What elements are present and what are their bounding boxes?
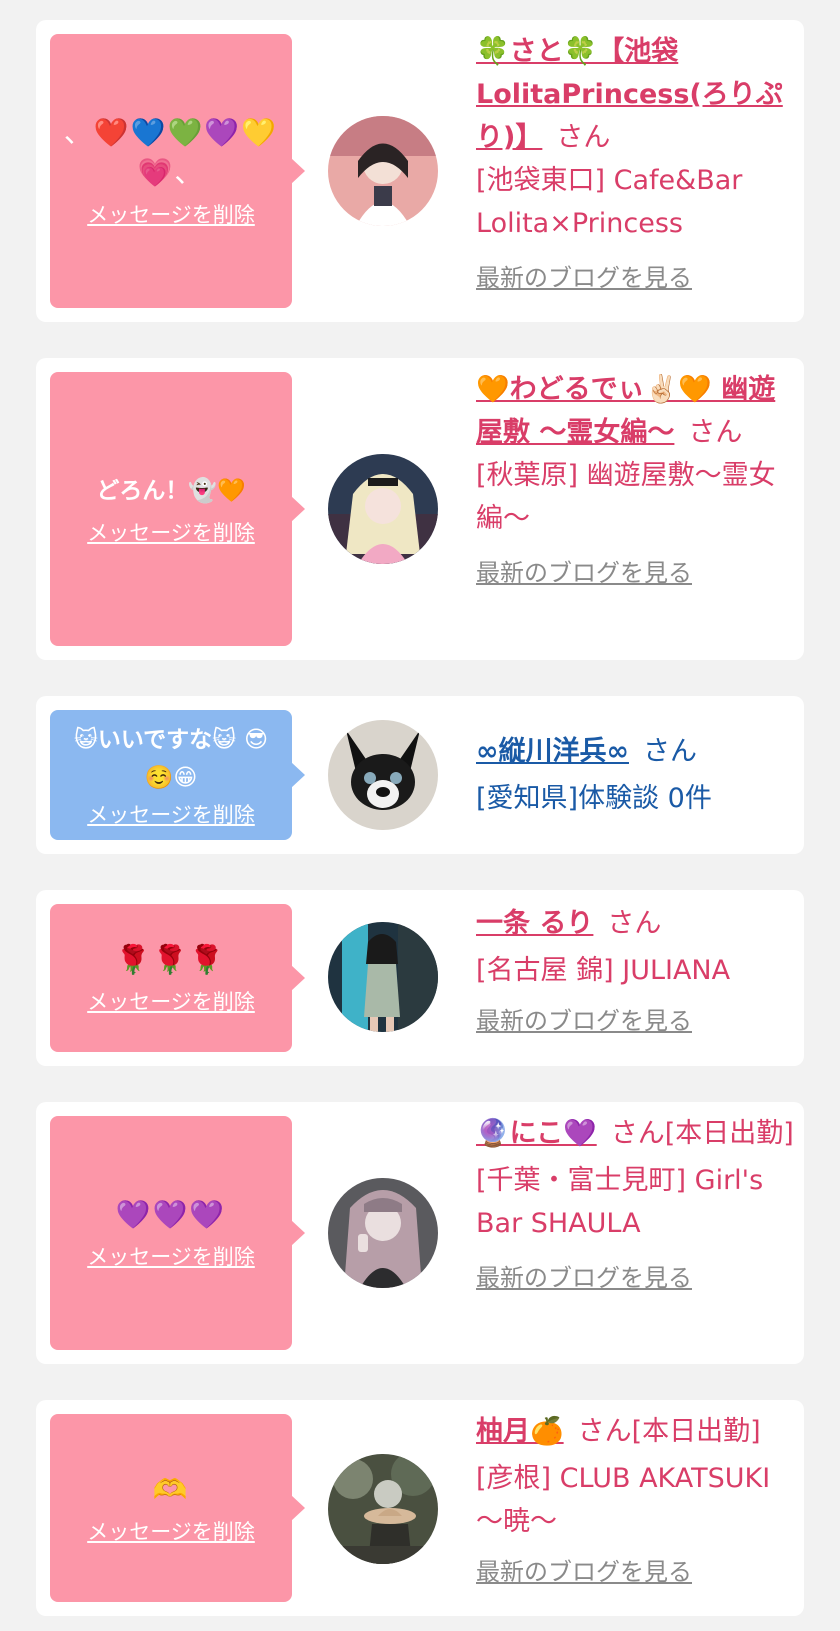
- user-info: ∞縦川洋兵∞ さん [愛知県]体験談 0件: [476, 730, 794, 820]
- message-text: 、❤️💙💚💜💛💗、: [63, 116, 279, 189]
- message-bubble: 💜💜💜 メッセージを削除: [50, 1116, 305, 1350]
- avatar[interactable]: [328, 720, 438, 830]
- delete-message-link[interactable]: メッセージを削除: [87, 1516, 255, 1546]
- avatar[interactable]: [328, 1454, 438, 1564]
- shop-location: [池袋東口] Cafe&Bar Lolita×Princess: [476, 165, 743, 239]
- honorific: さん: [642, 736, 697, 767]
- user-info: 一条 るり さん [名古屋 錦] JULIANA 最新のブログを見る: [476, 902, 794, 1043]
- latest-blog-link[interactable]: 最新のブログを見る: [476, 1000, 794, 1043]
- message-text: どろん！👻🧡: [96, 478, 246, 504]
- honorific: さん: [607, 908, 662, 939]
- delete-message-link[interactable]: メッセージを削除: [87, 1241, 255, 1271]
- delete-message-link[interactable]: メッセージを削除: [87, 199, 255, 229]
- honorific: さん[本日出勤]: [577, 1416, 761, 1447]
- user-name-link[interactable]: 🍀さと🍀【池袋LolitaPrincess(ろりぷり)】: [476, 36, 783, 153]
- honorific: さん[本日出勤]: [610, 1118, 794, 1149]
- message-card: 🫶 メッセージを削除 柚月🍊 さん[本日出勤] [彦根] CLUB AKATSUK…: [36, 1400, 804, 1616]
- message-bubble: どろん！👻🧡 メッセージを削除: [50, 372, 305, 646]
- honorific: さん: [556, 122, 611, 153]
- delete-message-link[interactable]: メッセージを削除: [87, 517, 255, 547]
- message-bubble: 、❤️💙💚💜💛💗、 メッセージを削除: [50, 34, 305, 308]
- shop-location: [名古屋 錦] JULIANA: [476, 955, 731, 986]
- user-name-link[interactable]: ∞縦川洋兵∞: [476, 736, 629, 767]
- latest-blog-link[interactable]: 最新のブログを見る: [476, 552, 794, 595]
- shop-location: [秋葉原] 幽遊屋敷〜霊女編〜: [476, 460, 776, 534]
- latest-blog-link[interactable]: 最新のブログを見る: [476, 257, 794, 300]
- delete-message-link[interactable]: メッセージを削除: [87, 986, 255, 1016]
- message-text: 💜💜💜: [115, 1198, 227, 1231]
- delete-message-link[interactable]: メッセージを削除: [87, 799, 255, 829]
- avatar[interactable]: [328, 922, 438, 1032]
- user-name-link[interactable]: 柚月🍊: [476, 1416, 564, 1447]
- message-bubble: 😺いいですな😺 😎☺️😁 メッセージを削除: [50, 710, 305, 840]
- message-card: 🌹🌹🌹 メッセージを削除 一条 るり さん [名古屋 錦] JULIANA 最新の…: [36, 890, 804, 1066]
- message-card: どろん！👻🧡 メッセージを削除 🧡わどるでぃ✌🏻🧡 幽遊屋敷 〜霊女編〜 さん […: [36, 358, 804, 660]
- user-name-link[interactable]: 一条 るり: [476, 908, 593, 939]
- message-text: 🫶: [152, 1473, 190, 1506]
- avatar[interactable]: [328, 1178, 438, 1288]
- latest-blog-link[interactable]: 最新のブログを見る: [476, 1257, 794, 1300]
- user-info: 🔮にこ💜 さん[本日出勤] [千葉・富士見町] Girl's Bar SHAULA…: [476, 1112, 794, 1300]
- message-bubble: 🌹🌹🌹 メッセージを削除: [50, 904, 305, 1052]
- avatar[interactable]: [328, 454, 438, 564]
- honorific: さん: [688, 417, 743, 448]
- message-bubble: 🫶 メッセージを削除: [50, 1414, 305, 1602]
- shop-location: [彦根] CLUB AKATSUKI 〜暁〜: [476, 1463, 771, 1537]
- shop-location: [愛知県]体験談 0件: [476, 783, 712, 814]
- user-info: 🧡わどるでぃ✌🏻🧡 幽遊屋敷 〜霊女編〜 さん [秋葉原] 幽遊屋敷〜霊女編〜 最…: [476, 368, 794, 595]
- message-card: 💜💜💜 メッセージを削除 🔮にこ💜 さん[本日出勤] [千葉・富士見町] Girl…: [36, 1102, 804, 1364]
- message-card: 、❤️💙💚💜💛💗、 メッセージを削除 🍀さと🍀【池袋LolitaPrincess…: [36, 20, 804, 322]
- message-text: 🌹🌹🌹: [115, 943, 227, 976]
- user-info: 🍀さと🍀【池袋LolitaPrincess(ろりぷり)】 さん [池袋東口] Ca…: [476, 30, 794, 300]
- message-card: 😺いいですな😺 😎☺️😁 メッセージを削除 ∞縦川洋兵∞ さん [愛知県]体験談 …: [36, 696, 804, 854]
- user-name-link[interactable]: 🔮にこ💜: [476, 1118, 597, 1149]
- user-info: 柚月🍊 さん[本日出勤] [彦根] CLUB AKATSUKI 〜暁〜 最新のブロ…: [476, 1410, 794, 1594]
- message-text: 😺いいですな😺 😎☺️😁: [73, 727, 269, 791]
- avatar[interactable]: [328, 116, 438, 226]
- latest-blog-link[interactable]: 最新のブログを見る: [476, 1551, 794, 1594]
- shop-location: [千葉・富士見町] Girl's Bar SHAULA: [476, 1165, 764, 1239]
